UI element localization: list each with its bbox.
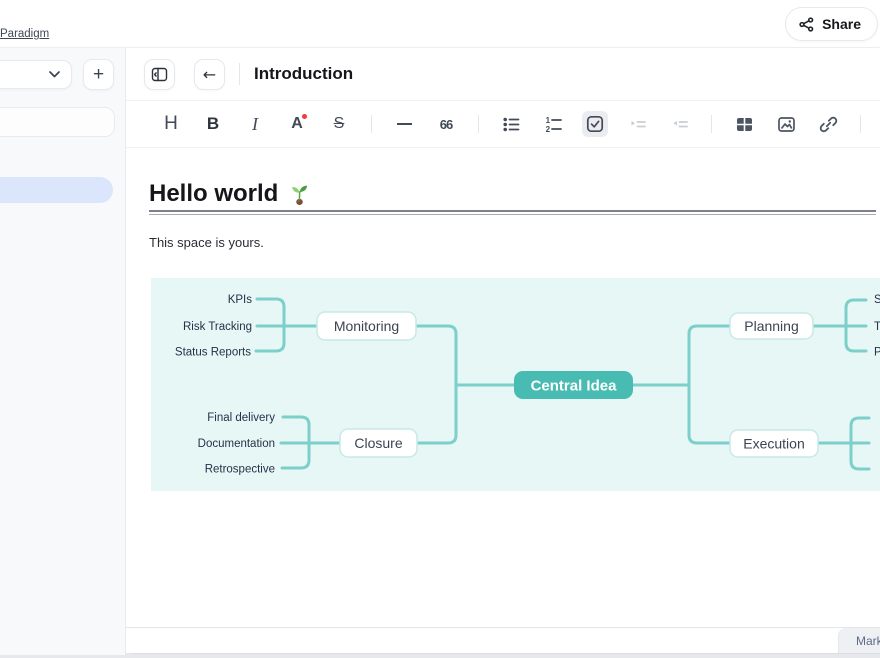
share-icon <box>799 17 814 32</box>
leaf-risk-tracking[interactable]: Risk Tracking <box>183 321 252 333</box>
numbered-list-button[interactable]: 1 2 <box>540 111 566 137</box>
breadcrumb-link[interactable]: Paradigm <box>0 28 49 40</box>
color-dot <box>302 114 307 119</box>
toolbar-divider <box>371 115 372 133</box>
toggle-sidebar-button[interactable] <box>144 59 175 90</box>
leaf-right-2[interactable]: T <box>874 321 880 333</box>
text-color-label: A <box>291 115 303 133</box>
mindmap-node-monitoring[interactable]: Monitoring <box>317 312 416 340</box>
leaf-kpis[interactable]: KPIs <box>228 294 253 306</box>
seedling-emoji-icon <box>288 183 311 206</box>
node-label: Monitoring <box>334 318 399 334</box>
table-icon <box>735 115 754 134</box>
share-button[interactable]: Share <box>785 7 878 41</box>
text-color-button[interactable]: A <box>284 111 310 137</box>
heading-rule <box>149 210 876 215</box>
toolbar-divider <box>860 115 861 133</box>
sidebar: + <box>0 48 125 655</box>
leaf-documentation[interactable]: Documentation <box>198 438 275 450</box>
central-node-label: Central Idea <box>531 378 618 395</box>
svg-text:1: 1 <box>545 115 550 124</box>
horizontal-rule-icon <box>397 123 412 125</box>
add-page-button[interactable]: + <box>83 59 114 90</box>
svg-text:2: 2 <box>545 125 550 134</box>
node-label: Closure <box>354 435 402 451</box>
horizontal-rule-button[interactable] <box>391 111 417 137</box>
indent-button[interactable] <box>624 111 650 137</box>
indent-icon <box>628 115 647 134</box>
heading-button[interactable]: H <box>158 111 184 137</box>
doc-header: ← Introduction <box>126 48 880 100</box>
chevron-down-icon <box>49 71 60 78</box>
share-label: Share <box>822 16 861 32</box>
checkbox-icon <box>586 115 604 133</box>
node-label: Planning <box>744 318 799 334</box>
leaf-final-delivery[interactable]: Final delivery <box>207 412 275 424</box>
mindmap-node-execution[interactable]: Execution <box>730 430 818 457</box>
sidebar-collapse-icon <box>151 66 168 83</box>
insert-image-button[interactable] <box>773 111 799 137</box>
task-list-button[interactable] <box>582 111 608 137</box>
document-paragraph[interactable]: This space is yours. <box>149 235 880 251</box>
mindmap-node-closure[interactable]: Closure <box>340 429 417 457</box>
document-heading[interactable]: Hello world <box>149 178 880 210</box>
outdent-button[interactable] <box>666 111 692 137</box>
node-label: Execution <box>743 436 804 452</box>
page-title: Introduction <box>254 64 353 84</box>
sidebar-search-input[interactable] <box>0 107 115 137</box>
outdent-icon <box>670 115 689 134</box>
toolbar-divider <box>711 115 712 133</box>
main-panel: ← Introduction H B I A S 66 <box>125 48 880 654</box>
plus-icon: + <box>93 64 104 86</box>
link-icon <box>819 115 838 134</box>
strikethrough-button[interactable]: S <box>326 111 352 137</box>
numbered-list-icon: 1 2 <box>544 115 563 134</box>
back-arrow-icon: ← <box>203 65 216 84</box>
mindmap-node-central-idea[interactable]: Central Idea <box>514 371 633 399</box>
toolbar-divider <box>478 115 479 133</box>
formatting-toolbar: H B I A S 66 1 2 <box>126 100 880 148</box>
bold-button[interactable]: B <box>200 111 226 137</box>
leaf-right-3[interactable]: P <box>874 347 880 359</box>
insert-link-button[interactable] <box>815 111 841 137</box>
sidebar-item-selected[interactable] <box>0 177 113 203</box>
editor-footer: Markdown <box>126 627 880 653</box>
bullet-list-button[interactable] <box>498 111 524 137</box>
image-icon <box>777 115 796 134</box>
header-divider <box>239 63 240 85</box>
blockquote-button[interactable]: 66 <box>433 111 459 137</box>
leaf-right-1[interactable]: S <box>874 294 880 306</box>
document-heading-text: Hello world <box>149 180 278 208</box>
mindmap-block[interactable]: Monitoring Closure Planning Execution <box>151 278 880 491</box>
mindmap-node-planning[interactable]: Planning <box>730 313 813 339</box>
italic-button[interactable]: I <box>242 111 268 137</box>
markdown-tab-label: Markdown <box>856 634 880 648</box>
markdown-tab[interactable]: Markdown <box>838 628 880 653</box>
bullet-list-icon <box>502 115 521 134</box>
back-button[interactable]: ← <box>194 59 225 90</box>
document-body[interactable]: Hello world This space is yours. <box>126 148 880 491</box>
leaf-retrospective[interactable]: Retrospective <box>205 464 275 476</box>
insert-table-button[interactable] <box>731 111 757 137</box>
workspace-dropdown[interactable] <box>0 60 72 89</box>
leaf-status-reports[interactable]: Status Reports <box>175 347 251 359</box>
top-bar: Paradigm Share <box>0 0 880 48</box>
